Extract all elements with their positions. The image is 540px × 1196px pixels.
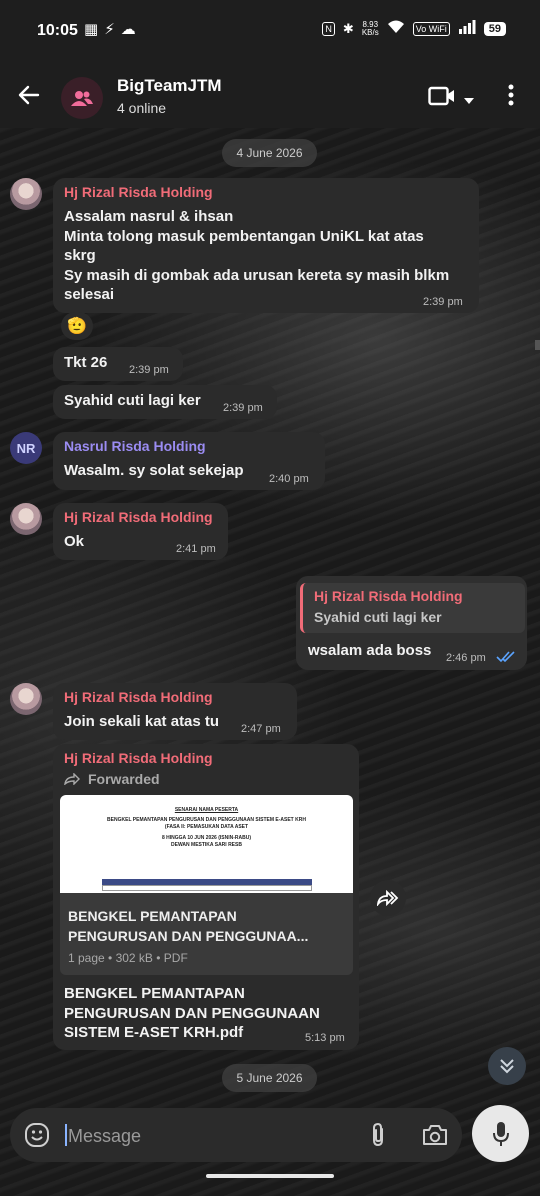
chat-title[interactable]: BigTeamJTM [117,76,222,96]
cloud-icon: ☁ [120,21,136,38]
share-forward-button[interactable] [370,880,406,916]
online-status: 4 online [117,100,167,116]
message-bubble[interactable]: Nasrul Risda Holding Wasalm. sy solat se… [53,432,325,490]
message-bubble[interactable]: Hj Rizal Risda Holding Ok 2:41 pm [53,503,228,560]
message-bubble[interactable]: Hj Rizal Risda Holding Join sekali kat a… [53,683,297,740]
forward-arrow-icon [64,773,80,785]
pdf-preview-text: SENARAI NAMA PESERTA BENGKEL PEMANTAPAN … [107,807,306,848]
date-separator: 5 June 2026 [222,1064,317,1092]
message-input[interactable] [66,1124,350,1148]
status-system-icons: N ✱ 8.93 KB/s Vo WiFi 59 [322,20,506,37]
sender-name[interactable]: Hj Rizal Risda Holding [64,689,213,705]
date-separator: 4 June 2026 [222,139,317,167]
message-time: 2:41 pm [176,543,216,555]
camera-icon[interactable] [422,1124,448,1151]
message-time: 2:40 pm [269,473,309,485]
paperclip-icon[interactable] [368,1122,388,1153]
pdf-attachment[interactable]: SENARAI NAMA PESERTA BENGKEL PEMANTAPAN … [60,795,353,975]
message-bubble[interactable]: Hj Rizal Risda Holding Assalam nasrul & … [53,178,479,313]
message-time: 2:46 pm [446,652,486,664]
status-bar: 10:05 ▦ ⚡ ☁ N ✱ 8.93 KB/s Vo WiFi 59 [0,0,540,60]
signal-icon [458,20,476,37]
battery-level: 59 [483,21,506,36]
scroll-to-bottom-button[interactable] [488,1047,526,1085]
message-time: 2:39 pm [129,364,169,376]
pdf-meta: 1 page • 302 kB • PDF [68,951,188,965]
forwarded-label: Forwarded [64,771,160,787]
more-options-icon[interactable] [508,84,514,111]
nfc-icon: N [322,21,335,36]
vowifi-badge: Vo WiFi [412,21,450,36]
back-arrow-icon[interactable] [16,82,42,108]
reply-sender: Hj Rizal Risda Holding [314,588,463,604]
avatar[interactable] [10,683,42,715]
message-bubble[interactable]: Tkt 26 2:39 pm [53,347,183,381]
pdf-title: BENGKEL PEMANTAPAN PENGURUSAN DAN PENGGU… [68,908,309,944]
message-text: Syahid cuti lagi ker [64,392,201,409]
scrollbar-thumb[interactable] [535,340,540,350]
message-text: Wasalm. sy solat sekejap [64,462,244,479]
message-time: 2:47 pm [241,723,281,735]
message-text: Tkt 26 [64,354,108,371]
sender-name[interactable]: Nasrul Risda Holding [64,438,206,454]
message-time: 2:39 pm [423,296,463,308]
message-composer [10,1108,462,1162]
avatar[interactable] [10,503,42,535]
message-time: 2:39 pm [223,402,263,414]
message-text: Ok [64,533,85,550]
voice-record-button[interactable] [472,1105,529,1162]
bluetooth-icon: ✱ [342,20,354,36]
sender-name[interactable]: Hj Rizal Risda Holding [64,184,213,200]
group-avatar[interactable] [61,77,103,119]
saluting-face-icon: 🫡 [67,318,87,335]
chevron-down-icon[interactable] [463,92,475,110]
sender-name[interactable]: Hj Rizal Risda Holding [64,750,213,766]
reply-quote[interactable]: Hj Rizal Risda Holding Syahid cuti lagi … [300,583,525,633]
network-speed: 8.93 KB/s [361,19,379,37]
message-text: Join sekali kat atas tu [64,713,220,730]
message-text: wsalam ada boss [308,642,432,659]
reply-text: Syahid cuti lagi ker [314,609,442,625]
flash-icon: ⚡ [104,21,115,38]
message-time: 5:13 pm [305,1032,345,1044]
sim-icon: ▦ [84,21,99,38]
wifi-icon [387,20,405,37]
pdf-table-row [102,885,312,891]
avatar[interactable] [10,178,42,210]
chat-header: BigTeamJTM 4 online [0,60,540,128]
status-notification-icons: ▦ ⚡ ☁ [84,20,136,38]
sender-name[interactable]: Hj Rizal Risda Holding [64,509,213,525]
message-bubble[interactable]: Syahid cuti lagi ker 2:39 pm [53,385,277,419]
microphone-icon [492,1121,509,1146]
video-call-icon[interactable] [428,86,456,111]
double-chevron-down-icon [500,1059,514,1074]
gesture-navigation-bar[interactable] [206,1174,334,1178]
pdf-preview[interactable]: SENARAI NAMA PESERTA BENGKEL PEMANTAPAN … [60,795,353,893]
avatar[interactable]: NR [10,432,42,464]
read-double-check-icon [496,650,516,668]
status-time: 10:05 [37,22,78,39]
message-text: Assalam nasrul & ihsan Minta tolong masu… [64,208,450,303]
group-icon [71,91,93,106]
forward-icon [377,890,399,906]
file-caption: BENGKEL PEMANTAPAN PENGURUSAN DAN PENGGU… [64,985,320,1041]
reaction-badge[interactable]: 🫡 [61,312,93,340]
emoji-icon[interactable] [24,1122,50,1153]
